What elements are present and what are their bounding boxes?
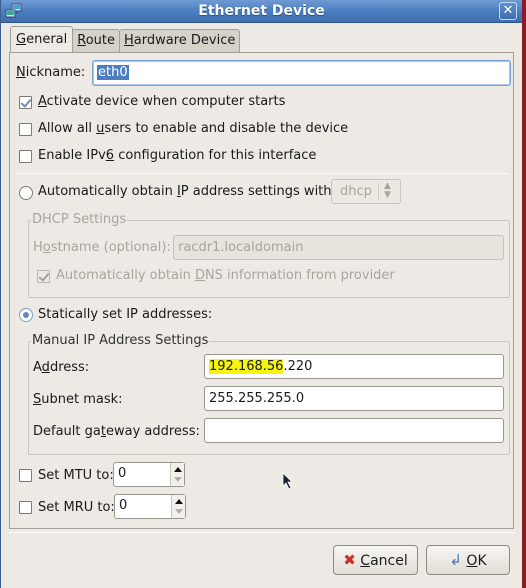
gateway-input[interactable] [204, 418, 504, 443]
mtu-spinbutton[interactable]: 0 [113, 462, 185, 487]
set-mru-label[interactable]: Set MRU to: [38, 500, 115, 515]
spin-up-icon[interactable] [174, 467, 182, 472]
mtu-spin-arrows[interactable] [170, 463, 184, 486]
subnet-mask-input[interactable]: 255.255.255.0 [204, 386, 504, 411]
hostname-input[interactable]: racdr1.localdomain [173, 235, 504, 260]
address-label: Address: [33, 360, 90, 375]
static-ip-label[interactable]: Statically set IP addresses: [38, 307, 212, 322]
nickname-label: Nickname: [16, 65, 86, 80]
hostname-value: racdr1.localdomain [178, 240, 304, 255]
address-highlight: 192.168.56 [209, 359, 284, 374]
window-title: Ethernet Device [198, 3, 325, 19]
button-separator [9, 532, 515, 533]
hostname-label: Hostname (optional): [33, 240, 171, 255]
separator [17, 173, 509, 174]
ok-mnemonic: O [466, 553, 478, 569]
ethernet-device-dialog: Ethernet Device ✕ General Route Hardware… [0, 0, 524, 588]
ok-button[interactable]: ↲ OK [426, 545, 510, 575]
general-tab-panel: Nickname: eth0 Activate device when comp… [9, 52, 514, 529]
spin-up-icon[interactable] [175, 499, 183, 504]
spin-down-icon[interactable] [175, 509, 183, 514]
nickname-value: eth0 [97, 65, 129, 80]
tab-label: ardware Device [133, 33, 236, 48]
combo-arrows-icon: ▲ ▼ [384, 181, 391, 200]
address-input[interactable]: 192.168.56.220 [204, 354, 504, 379]
mru-value: 0 [119, 498, 128, 513]
subnet-value: 255.255.255.0 [209, 391, 305, 406]
auto-ip-radio[interactable] [19, 186, 33, 200]
ip-method-value: dhcp [340, 184, 372, 199]
gateway-label: Default gateway address: [33, 424, 200, 439]
nickname-input[interactable]: eth0 [92, 60, 511, 86]
tab-route[interactable]: Route [72, 29, 120, 52]
enable-ipv6-checkbox[interactable] [19, 150, 32, 163]
tab-mnemonic: G [16, 32, 27, 47]
tab-general[interactable]: General [10, 26, 74, 52]
mru-spin-arrows[interactable] [171, 495, 185, 518]
set-mtu-checkbox[interactable] [19, 469, 32, 482]
combo-divider [378, 183, 379, 200]
ip-method-select[interactable]: dhcp ▲ ▼ [331, 179, 401, 204]
tab-mnemonic: H [124, 33, 134, 48]
auto-ip-label[interactable]: Automatically obtain IP address settings… [38, 184, 336, 199]
auto-dns-checkbox[interactable] [37, 270, 50, 283]
close-icon: ✕ [502, 3, 514, 18]
auto-dns-label[interactable]: Automatically obtain DNS information fro… [56, 268, 395, 283]
address-rest: .220 [283, 359, 313, 374]
cancel-x-icon: ✖ [343, 551, 356, 569]
mtu-value: 0 [118, 466, 127, 481]
subnet-label: Subnet mask: [33, 392, 123, 407]
set-mru-checkbox[interactable] [19, 501, 32, 514]
title-bar[interactable]: Ethernet Device ✕ [1, 0, 522, 23]
mru-spinbutton[interactable]: 0 [114, 494, 186, 519]
tab-label: eneral [26, 32, 68, 47]
enable-ipv6-label[interactable]: Enable IPv6 configuration for this inter… [38, 148, 316, 163]
ok-arrow-icon: ↲ [449, 551, 462, 569]
manual-ip-title: Manual IP Address Settings [31, 333, 210, 348]
close-button[interactable]: ✕ [499, 2, 517, 20]
set-mtu-label[interactable]: Set MTU to: [38, 468, 114, 483]
cancel-mnemonic: C [360, 553, 371, 569]
tab-bar: General Route Hardware Device [10, 26, 241, 52]
tab-hardware-device[interactable]: Hardware Device [119, 29, 241, 52]
ok-label: K [477, 553, 487, 569]
tab-label: oute [85, 33, 115, 48]
activate-on-boot-label[interactable]: Activate device when computer starts [38, 94, 285, 109]
spin-down-icon[interactable] [174, 477, 182, 482]
dhcp-settings-title: DHCP Settings [31, 212, 128, 227]
allow-all-users-checkbox[interactable] [19, 123, 32, 136]
cancel-button[interactable]: ✖ Cancel [333, 545, 418, 575]
mouse-pointer-icon [282, 472, 293, 490]
tab-mnemonic: R [77, 33, 86, 48]
allow-all-users-label[interactable]: Allow all users to enable and disable th… [38, 121, 348, 136]
static-ip-radio[interactable] [19, 308, 33, 322]
activate-on-boot-checkbox[interactable] [19, 96, 32, 109]
cancel-label: ancel [370, 553, 408, 569]
